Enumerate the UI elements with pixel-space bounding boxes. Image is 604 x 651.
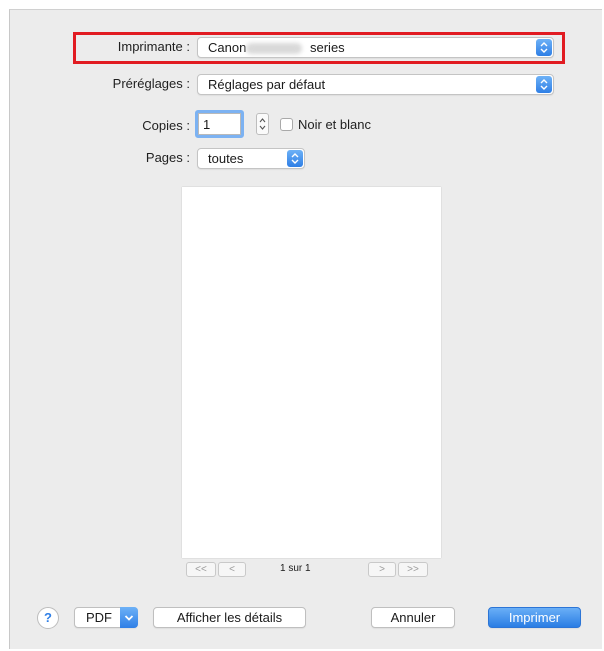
black-white-label: Noir et blanc (298, 117, 371, 132)
pdf-menu-button[interactable] (120, 607, 138, 628)
presets-label: Préréglages : (112, 76, 190, 91)
copies-stepper[interactable] (256, 113, 269, 135)
cancel-button[interactable]: Annuler (371, 607, 455, 628)
copies-input[interactable]: 1 (198, 113, 241, 135)
printer-model-redacted (246, 43, 302, 54)
presets-value: Réglages par défaut (208, 77, 326, 92)
copies-label: Copies : (142, 118, 190, 133)
printer-value-prefix: Canon (208, 40, 247, 55)
chevron-down-icon (124, 615, 134, 621)
page-status: 1 sur 1 (280, 563, 311, 574)
updown-arrows-icon (536, 39, 552, 56)
page-preview (182, 187, 441, 558)
print-button[interactable]: Imprimer (488, 607, 581, 628)
printer-value-suffix: series (310, 40, 345, 55)
black-white-checkbox[interactable] (280, 118, 293, 131)
pages-value: toutes (208, 151, 244, 166)
pdf-label: PDF (86, 610, 112, 625)
print-dialog: Imprimante : Canon series Préréglages : … (9, 9, 602, 649)
updown-arrows-icon (536, 76, 552, 93)
copies-value: 1 (203, 117, 211, 132)
first-page-button[interactable]: << (186, 562, 216, 577)
help-button[interactable]: ? (37, 607, 59, 629)
stepper-arrows-icon (259, 118, 266, 130)
last-page-button[interactable]: >> (398, 562, 428, 577)
updown-arrows-icon (287, 150, 303, 167)
presets-popup[interactable]: Réglages par défaut (197, 74, 554, 95)
printer-popup[interactable]: Canon series (197, 37, 554, 58)
next-page-button[interactable]: > (368, 562, 396, 577)
show-details-button[interactable]: Afficher les détails (153, 607, 306, 628)
previous-page-button[interactable]: < (218, 562, 246, 577)
pages-popup[interactable]: toutes (197, 148, 305, 169)
pages-label: Pages : (145, 150, 190, 165)
printer-label: Imprimante : (117, 39, 190, 54)
